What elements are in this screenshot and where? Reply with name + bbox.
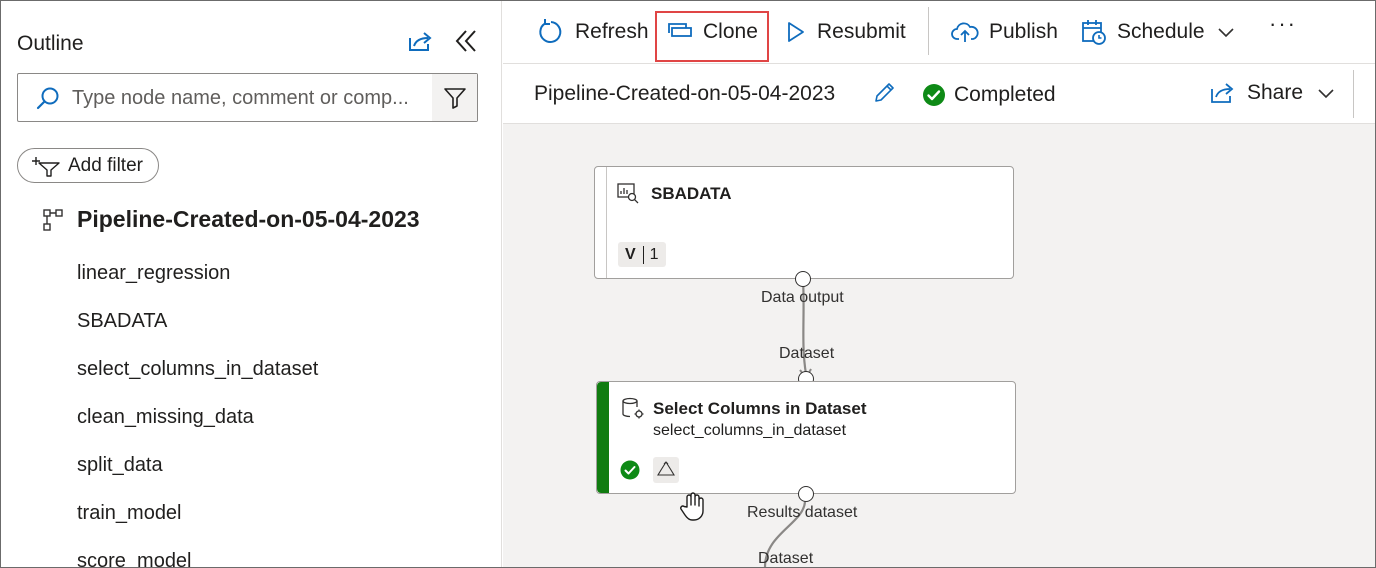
output-port[interactable] — [795, 271, 811, 287]
version-prefix: V — [618, 245, 644, 264]
port-label-results-dataset: Results dataset — [747, 504, 858, 521]
search-input[interactable] — [72, 84, 430, 112]
node-title: Select Columns in Dataset — [653, 399, 867, 418]
node-status-stripe — [597, 382, 609, 493]
hand-cursor-icon — [680, 492, 704, 521]
collapse-panel-icon[interactable] — [452, 27, 480, 55]
refresh-label: Refresh — [575, 20, 649, 43]
version-chip: V 1 — [618, 242, 666, 267]
node-stripe — [595, 167, 607, 278]
status-badge: Completed — [922, 83, 1056, 107]
dataset-icon — [617, 183, 639, 204]
chevron-down-icon — [1218, 28, 1234, 38]
clone-button[interactable]: Clone — [667, 13, 758, 51]
toolbar-divider — [928, 7, 929, 55]
toolbar: Refresh Clone Resubmit Publish Schedule … — [503, 1, 1375, 63]
module-gear-icon — [622, 397, 644, 419]
search-icon — [35, 86, 61, 112]
tree-item-sbadata[interactable]: SBADATA — [77, 310, 167, 333]
play-icon — [788, 22, 804, 42]
tree-item-score-model[interactable]: score_model — [77, 550, 192, 568]
filter-button[interactable] — [432, 74, 477, 121]
filter-icon — [443, 87, 466, 109]
recycle-icon — [657, 461, 675, 476]
resubmit-label: Resubmit — [817, 20, 906, 43]
chevron-down-icon — [1318, 89, 1334, 99]
publish-button[interactable]: Publish — [951, 13, 1058, 51]
check-circle-icon — [620, 460, 640, 480]
version-number: 1 — [649, 245, 659, 263]
port-label-dataset: Dataset — [779, 345, 835, 362]
node-select-columns[interactable]: Select Columns in Dataset select_columns… — [596, 381, 1016, 494]
check-circle-icon — [923, 84, 945, 106]
tree-item-clean-missing-data[interactable]: clean_missing_data — [77, 406, 254, 429]
share-label: Share — [1247, 81, 1304, 104]
calendar-clock-icon — [1082, 20, 1106, 45]
schedule-label: Schedule — [1117, 20, 1205, 43]
resubmit-button[interactable]: Resubmit — [785, 13, 906, 51]
clone-label: Clone — [703, 20, 758, 43]
pipeline-header: Pipeline-Created-on-05-04-2023 Completed… — [503, 63, 1375, 124]
tree-item-linear-regression[interactable]: linear_regression — [77, 262, 230, 285]
status-label: Completed — [954, 83, 1056, 106]
more-options-button[interactable]: ··· — [1269, 11, 1297, 37]
pipeline-icon — [43, 208, 63, 231]
refresh-icon — [539, 19, 562, 43]
add-filter-label: Add filter — [68, 154, 143, 176]
outline-panel: Outline Add filter Pipeline-Created-on-0… — [1, 1, 502, 568]
add-filter-icon — [32, 156, 60, 177]
pipeline-canvas[interactable]: SBADATA V 1 Data output Dataset Select C… — [503, 124, 1375, 567]
publish-label: Publish — [989, 20, 1058, 43]
tree-item-split-data[interactable]: split_data — [77, 454, 163, 477]
pipeline-title: Pipeline-Created-on-05-04-2023 — [534, 82, 836, 105]
refresh-button[interactable]: Refresh — [537, 13, 649, 51]
header-divider — [1353, 70, 1354, 118]
outline-title: Outline — [17, 32, 84, 55]
node-sbadata[interactable]: SBADATA V 1 — [594, 166, 1014, 279]
outline-search — [17, 73, 478, 122]
share-icon — [1211, 83, 1234, 103]
edit-icon[interactable] — [872, 81, 896, 110]
tree-item-train-model[interactable]: train_model — [77, 502, 182, 525]
tree-root-label: Pipeline-Created-on-05-04-2023 — [77, 206, 420, 232]
output-port[interactable] — [798, 486, 814, 502]
share-button[interactable]: Share — [1209, 81, 1347, 105]
clone-icon — [668, 23, 692, 37]
node-title: SBADATA — [651, 184, 732, 203]
tree-root[interactable]: Pipeline-Created-on-05-04-2023 — [43, 206, 420, 233]
port-label-data-output: Data output — [761, 289, 844, 306]
share-icon[interactable] — [406, 28, 434, 56]
schedule-button[interactable]: Schedule — [1081, 13, 1245, 51]
tree-item-select-columns[interactable]: select_columns_in_dataset — [77, 358, 318, 381]
add-filter-button[interactable]: Add filter — [17, 148, 159, 183]
reuse-badge — [653, 457, 679, 483]
cloud-upload-icon — [951, 22, 979, 42]
node-subtitle: select_columns_in_dataset — [653, 422, 847, 439]
port-label-dataset-next: Dataset — [758, 550, 814, 567]
